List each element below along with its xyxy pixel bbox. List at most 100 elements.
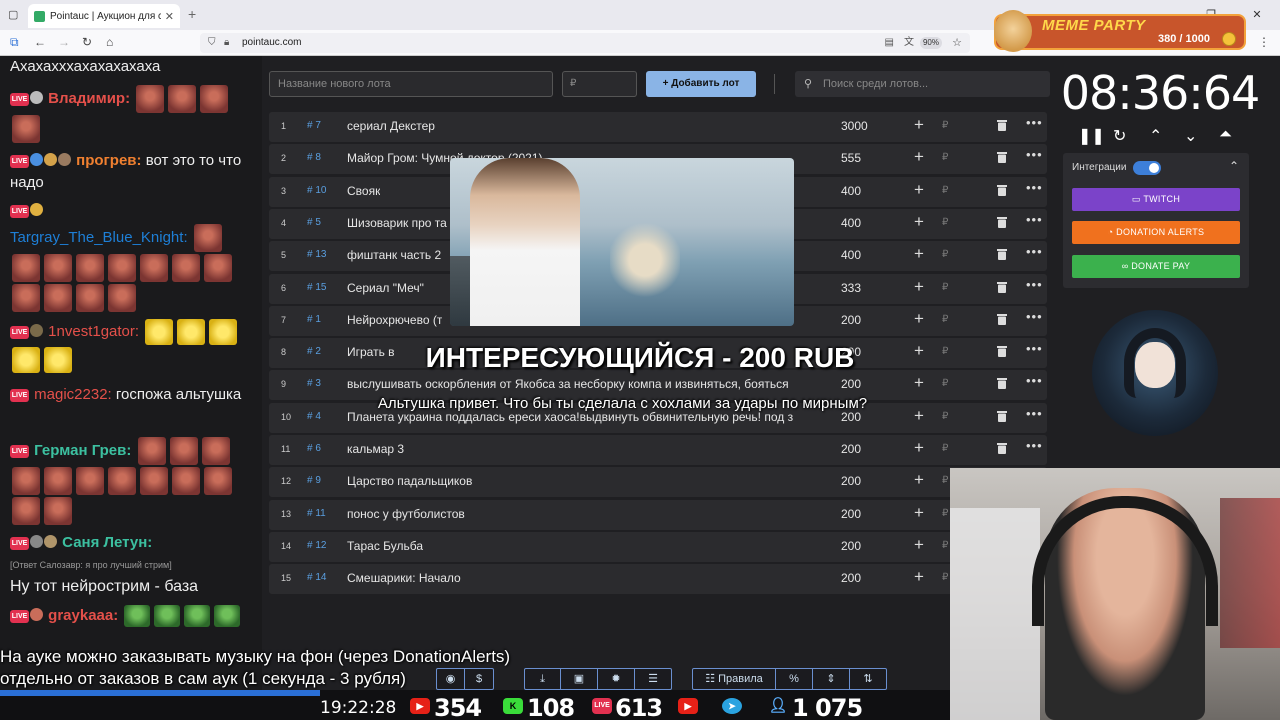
- history-icon[interactable]: ☰: [635, 669, 671, 689]
- add-amount-icon[interactable]: +: [914, 212, 924, 232]
- tab-list-icon[interactable]: ▢: [8, 8, 18, 21]
- shield-icon[interactable]: ⛉: [208, 33, 216, 53]
- save-icon[interactable]: ▣: [561, 669, 598, 689]
- lot-id[interactable]: # 15: [307, 282, 326, 293]
- lot-amount[interactable]: 200: [841, 442, 861, 456]
- more-options-icon[interactable]: •••: [1026, 309, 1043, 324]
- reader-view-icon[interactable]: ▤: [885, 33, 894, 53]
- add-lot-button[interactable]: + Добавить лот: [646, 71, 756, 97]
- chat-nick[interactable]: Владимир:: [48, 90, 130, 107]
- trash-icon[interactable]: [997, 313, 1007, 325]
- twitch-button[interactable]: ▭ TWITCH: [1072, 188, 1240, 211]
- lot-id[interactable]: # 6: [307, 443, 321, 454]
- url-bar[interactable]: ⛉ 🔒︎ pointauc.com ▤ 文 90% ☆: [200, 33, 970, 53]
- lot-id[interactable]: # 11: [307, 508, 326, 519]
- lot-amount[interactable]: 200: [841, 507, 861, 521]
- lot-amount[interactable]: 200: [841, 377, 861, 391]
- more-options-icon[interactable]: •••: [1026, 406, 1043, 421]
- bookmark-star-icon[interactable]: ☆: [952, 33, 962, 53]
- reset-icon[interactable]: ↻: [1113, 126, 1126, 146]
- home-icon[interactable]: ⌂: [106, 35, 113, 49]
- more-options-icon[interactable]: •••: [1026, 373, 1043, 388]
- chevron-down-icon[interactable]: ⌄: [1184, 126, 1197, 146]
- lot-amount[interactable]: 333: [841, 281, 861, 295]
- rules-button[interactable]: ☷ Правила: [693, 669, 776, 689]
- sidebar-toggle-icon[interactable]: ⧉: [10, 35, 19, 50]
- browser-tab[interactable]: Pointauc | Аукцион для стрим ✕: [28, 4, 180, 28]
- more-options-icon[interactable]: •••: [1026, 244, 1043, 259]
- lot-name[interactable]: Смешарики: Начало: [347, 571, 461, 585]
- github-icon[interactable]: ◉: [437, 669, 465, 689]
- more-options-icon[interactable]: •••: [1026, 438, 1043, 453]
- lot-id[interactable]: # 8: [307, 152, 321, 163]
- menu-icon[interactable]: ⋮: [1258, 35, 1270, 49]
- chat-nick[interactable]: magic2232:: [34, 386, 112, 403]
- lot-name[interactable]: Шизоварик про та: [347, 216, 447, 230]
- lot-name[interactable]: Тарас Бульба: [347, 539, 423, 553]
- chat-nick[interactable]: прогрев:: [76, 152, 141, 169]
- lot-amount[interactable]: 200: [841, 539, 861, 553]
- lot-id[interactable]: # 14: [307, 572, 326, 583]
- add-amount-icon[interactable]: +: [914, 147, 924, 167]
- chat-nick[interactable]: 1nvest1gator:: [48, 323, 139, 340]
- lot-amount[interactable]: 3000: [841, 119, 868, 133]
- add-amount-icon[interactable]: +: [914, 309, 924, 329]
- lot-name[interactable]: Царство падальщиков: [347, 474, 472, 488]
- chevron-up-icon[interactable]: ⌃: [1149, 126, 1162, 146]
- new-lot-price-input[interactable]: ₽: [562, 71, 637, 97]
- lot-row[interactable]: 1 # 7 сериал Декстер 3000 + ₽ •••: [269, 112, 1047, 142]
- chat-nick[interactable]: graykaaa:: [48, 607, 118, 624]
- lot-row[interactable]: 15# 14Смешарики: Начало200+₽•••: [269, 564, 1047, 595]
- donation-alerts-button[interactable]: ◔ DONATION ALERTS: [1072, 221, 1240, 244]
- lot-id[interactable]: # 3: [307, 378, 321, 389]
- lot-id[interactable]: # 13: [307, 249, 326, 260]
- trash-icon[interactable]: [997, 119, 1007, 131]
- add-amount-icon[interactable]: +: [914, 115, 924, 135]
- add-amount-icon[interactable]: +: [914, 244, 924, 264]
- lot-id[interactable]: # 1: [307, 314, 321, 325]
- lot-name[interactable]: Нейрохрючево (т: [347, 313, 442, 327]
- more-options-icon[interactable]: •••: [1026, 180, 1043, 195]
- chat-nick[interactable]: Саня Летун:: [62, 534, 152, 551]
- new-lot-name-input[interactable]: Название нового лота: [269, 71, 553, 97]
- lot-amount[interactable]: 400: [841, 216, 861, 230]
- trash-icon[interactable]: [997, 281, 1007, 293]
- lot-name[interactable]: сериал Декстер: [347, 119, 435, 133]
- add-amount-icon[interactable]: +: [914, 438, 924, 458]
- lot-amount[interactable]: 200: [841, 313, 861, 327]
- back-icon[interactable]: ←: [34, 35, 46, 49]
- lot-name[interactable]: Свояк: [347, 184, 380, 198]
- zoom-badge[interactable]: 90%: [919, 37, 942, 49]
- lot-id[interactable]: # 4: [307, 411, 321, 422]
- chat-nick[interactable]: Герман Грев:: [34, 442, 131, 459]
- pause-icon[interactable]: ❚❚: [1078, 126, 1105, 146]
- trash-icon[interactable]: [997, 377, 1007, 390]
- add-amount-icon[interactable]: +: [914, 180, 924, 200]
- more-options-icon[interactable]: •••: [1026, 212, 1043, 227]
- close-tab-icon[interactable]: ✕: [165, 10, 174, 23]
- trash-icon[interactable]: [997, 216, 1007, 228]
- lot-name[interactable]: кальмар 3: [347, 442, 404, 456]
- add-amount-icon[interactable]: +: [914, 470, 924, 490]
- more-options-icon[interactable]: •••: [1026, 341, 1043, 356]
- trash-icon[interactable]: [997, 151, 1007, 164]
- lot-id[interactable]: # 10: [307, 185, 326, 196]
- add-amount-icon[interactable]: +: [914, 406, 924, 426]
- donate-pay-button[interactable]: ∞ DONATE PAY: [1072, 255, 1240, 278]
- lot-name[interactable]: фиштанк часть 2: [347, 248, 441, 262]
- trash-icon[interactable]: [997, 345, 1007, 358]
- lot-id[interactable]: # 9: [307, 475, 321, 486]
- bug-icon[interactable]: ✹: [598, 669, 635, 689]
- chat-nick[interactable]: Targray_The_Blue_Knight:: [10, 229, 188, 246]
- add-amount-icon[interactable]: +: [914, 503, 924, 523]
- lot-row[interactable]: 14# 12Тарас Бульба200+₽•••: [269, 531, 1047, 562]
- lot-id[interactable]: # 5: [307, 217, 321, 228]
- lot-row[interactable]: 12# 9Царство падальщиков200+₽•••: [269, 467, 1047, 498]
- add-amount-icon[interactable]: +: [914, 277, 924, 297]
- chevron-up-icon[interactable]: ⌃: [1229, 159, 1239, 173]
- more-options-icon[interactable]: •••: [1026, 115, 1043, 130]
- trash-icon[interactable]: [997, 442, 1007, 454]
- add-amount-icon[interactable]: +: [914, 567, 924, 587]
- lot-amount[interactable]: 200: [841, 474, 861, 488]
- download-icon[interactable]: ⤓: [525, 669, 561, 689]
